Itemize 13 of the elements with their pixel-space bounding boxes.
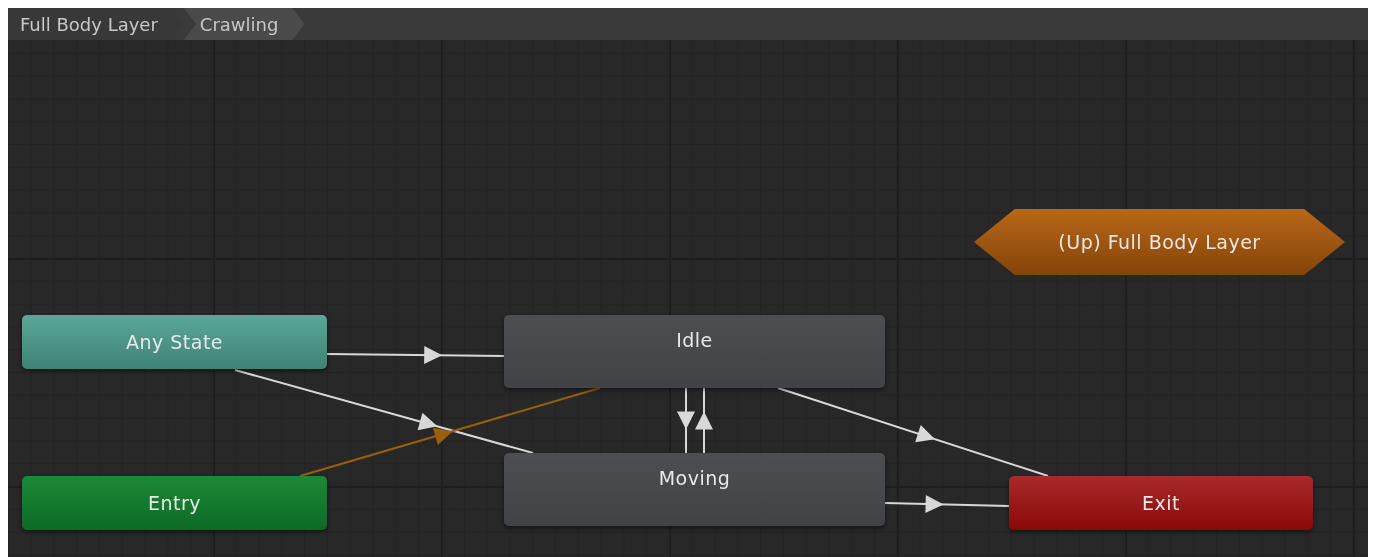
default-transition-arrow[interactable] — [299, 387, 601, 477]
entry-node[interactable]: Entry — [22, 476, 327, 530]
breadcrumb-tab[interactable]: Crawling — [183, 8, 305, 40]
transition-arrow[interactable] — [326, 346, 505, 365]
parent-layer-node[interactable]: (Up) Full Body Layer — [974, 209, 1345, 275]
state-node[interactable]: Idle — [504, 315, 885, 388]
exit-node[interactable]: Exit — [1009, 476, 1313, 530]
transition-arrow[interactable] — [677, 387, 695, 454]
state-node[interactable]: Moving — [504, 453, 885, 526]
transition-arrow[interactable] — [234, 369, 534, 454]
transition-arrow[interactable] — [884, 495, 1010, 513]
transition-arrow[interactable] — [695, 387, 713, 454]
transition-arrow[interactable] — [777, 387, 1049, 477]
